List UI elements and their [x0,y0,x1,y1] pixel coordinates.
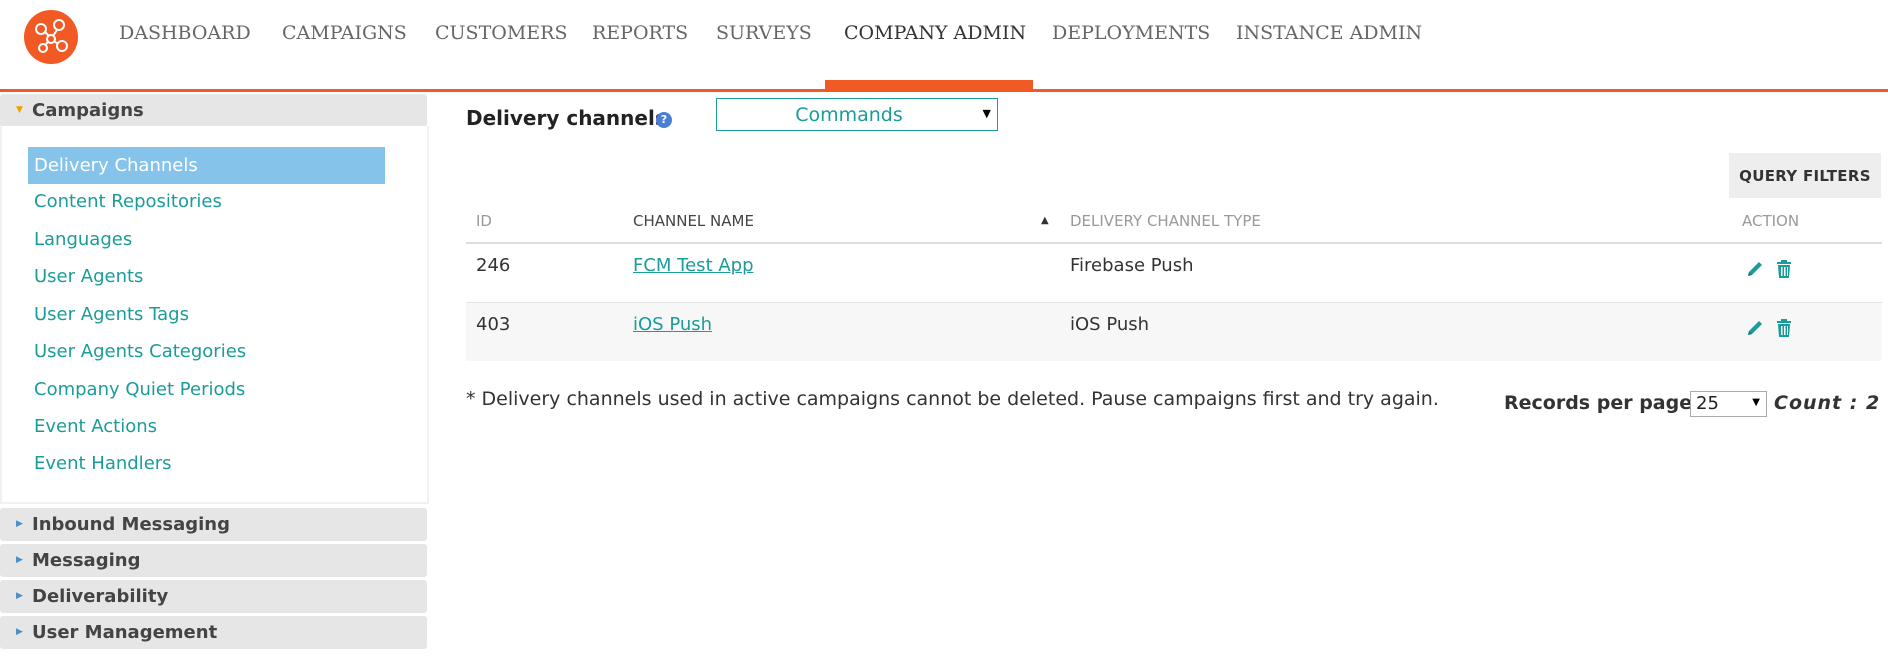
app-logo-icon[interactable] [24,10,78,64]
sidebar-item-content-repositories[interactable]: Content Repositories [34,191,222,212]
sidebar-item-user-agents-categories[interactable]: User Agents Categories [34,341,246,362]
sidebar-item-delivery-channels[interactable]: Delivery Channels [28,147,385,184]
channel-name-link[interactable]: FCM Test App [633,255,754,276]
column-header-channel-name[interactable]: CHANNEL NAME [633,212,754,230]
cell-channel-type: Firebase Push [1070,255,1194,276]
query-filters-button[interactable]: QUERY FILTERS [1729,153,1881,198]
sidebar-section-deliverability[interactable]: ▶ Deliverability [0,580,427,613]
pencil-icon[interactable] [1744,258,1766,280]
caret-right-icon: ▶ [16,591,23,601]
top-navigation: DASHBOARD CAMPAIGNS CUSTOMERS REPORTS SU… [0,0,1888,92]
caret-right-icon: ▶ [16,555,23,565]
records-per-page-value: 25 [1696,393,1719,414]
sidebar-section-label: User Management [32,622,218,643]
sidebar-section-label: Campaigns [32,100,144,121]
sidebar-section-campaigns[interactable]: ▼ Campaigns [0,94,427,127]
record-count: Count : 2 [1774,392,1881,414]
sidebar-item-event-actions[interactable]: Event Actions [34,416,157,437]
sidebar-section-user-management[interactable]: ▶ User Management [0,616,427,649]
caret-down-icon: ▼ [16,105,23,115]
sidebar-section-label: Deliverability [32,586,169,607]
cell-id: 246 [476,255,511,276]
records-per-page-select[interactable]: 25 ▼ [1690,391,1767,417]
pencil-icon[interactable] [1744,317,1766,339]
nav-reports[interactable]: REPORTS [592,22,688,44]
nav-customers[interactable]: CUSTOMERS [435,22,567,44]
sidebar-section-label: Inbound Messaging [32,514,230,535]
trash-icon[interactable] [1773,317,1795,339]
column-header-delivery-channel-type[interactable]: DELIVERY CHANNEL TYPE [1070,212,1261,230]
table-row: 403 iOS Push iOS Push [466,303,1882,361]
sidebar-section-campaigns-body: Delivery Channels Content Repositories L… [0,126,429,504]
cell-id: 403 [476,314,511,335]
sidebar-item-user-agents-tags[interactable]: User Agents Tags [34,304,189,325]
sidebar-item-languages[interactable]: Languages [34,229,132,250]
cell-channel-type: iOS Push [1070,314,1150,335]
nav-surveys[interactable]: SURVEYS [716,22,812,44]
records-per-page-label: Records per page [1504,392,1693,414]
column-header-action: ACTION [1742,212,1800,230]
sidebar-item-company-quiet-periods[interactable]: Company Quiet Periods [34,379,245,400]
nav-campaigns[interactable]: CAMPAIGNS [282,22,407,44]
chevron-down-icon: ▼ [1752,397,1760,408]
chevron-down-icon: ▼ [982,107,991,120]
sort-up-icon[interactable]: ▲ [1041,215,1049,226]
channel-name-link[interactable]: iOS Push [633,314,712,335]
sidebar-item-event-handlers[interactable]: Event Handlers [34,453,172,474]
nav-dashboard[interactable]: DASHBOARD [119,22,251,44]
page-title: Delivery channels [466,106,667,130]
nav-active-indicator [825,80,1033,89]
delete-warning-note: * Delivery channels used in active campa… [466,388,1439,410]
trash-icon[interactable] [1773,258,1795,280]
channel-type-select-value: Commands [795,104,903,126]
sidebar-section-label: Messaging [32,550,141,571]
sidebar-item-user-agents[interactable]: User Agents [34,266,143,287]
caret-right-icon: ▶ [16,627,23,637]
nav-company-admin[interactable]: COMPANY ADMIN [844,22,1026,44]
table-row: 246 FCM Test App Firebase Push [466,244,1882,303]
sidebar-section-messaging[interactable]: ▶ Messaging [0,544,427,577]
help-icon[interactable]: ? [656,112,672,128]
column-header-id[interactable]: ID [476,212,492,230]
nav-deployments[interactable]: DEPLOYMENTS [1052,22,1210,44]
nav-instance-admin[interactable]: INSTANCE ADMIN [1236,22,1422,44]
caret-right-icon: ▶ [16,519,23,529]
channel-type-select[interactable]: Commands ▼ [716,98,998,131]
sidebar-section-inbound-messaging[interactable]: ▶ Inbound Messaging [0,508,427,541]
